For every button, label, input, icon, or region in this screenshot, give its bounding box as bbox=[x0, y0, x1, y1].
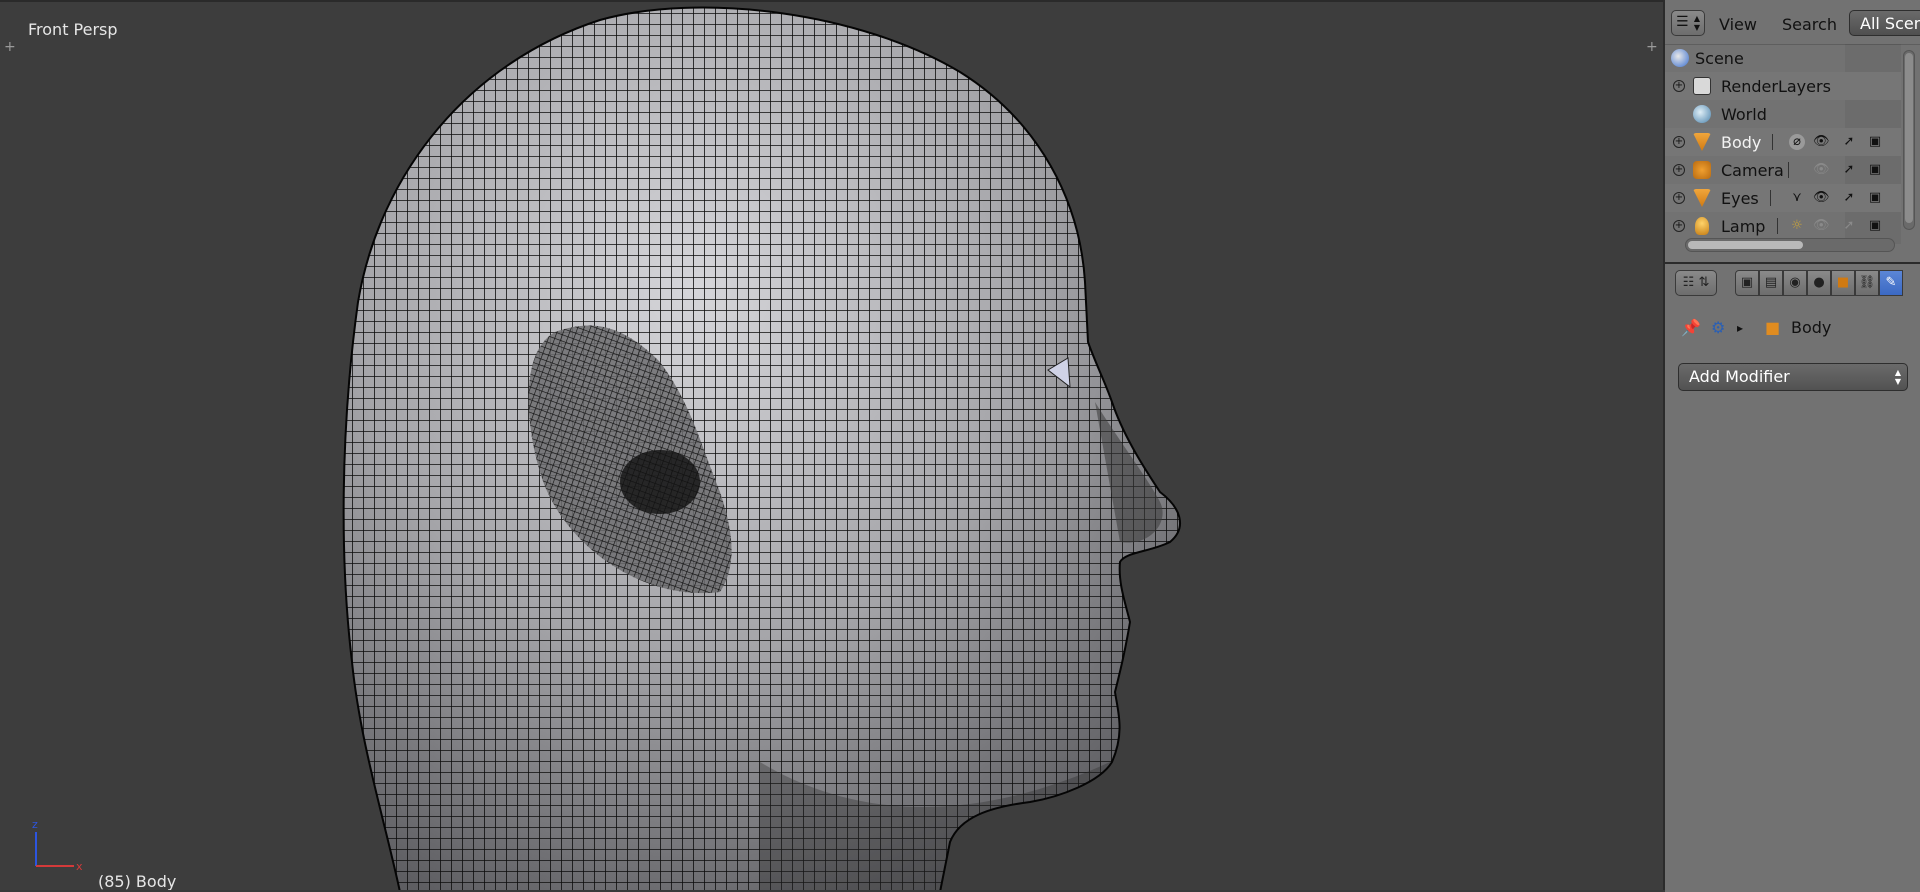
eye-icon[interactable]: 👁 bbox=[1813, 190, 1830, 206]
tab-object[interactable]: ■ bbox=[1831, 270, 1855, 296]
outliner-tree: Scene + RenderLayers World + Body ⌀ 👁 ➚ … bbox=[1665, 44, 1901, 258]
separator bbox=[1772, 134, 1773, 150]
display-filter-dropdown[interactable]: All Scenes bbox=[1849, 10, 1920, 36]
tree-item-label: RenderLayers bbox=[1721, 77, 1831, 96]
right-editor-column: ☰ ▲▼ View Search All Scenes Scene + Rend… bbox=[1663, 0, 1920, 892]
renderlayers-icon bbox=[1693, 77, 1711, 95]
active-object-label: (85) Body bbox=[98, 872, 177, 890]
object-cube-icon: ■ bbox=[1836, 275, 1850, 290]
add-modifier-label: Add Modifier bbox=[1689, 367, 1790, 386]
wrench-icon: ✎ bbox=[1885, 275, 1897, 290]
expand-toggle-icon[interactable]: + bbox=[1673, 80, 1685, 92]
properties-icon: ☷ ⇅ bbox=[1682, 275, 1710, 290]
lamp-data-icon[interactable]: ☼ bbox=[1789, 218, 1805, 234]
head-mesh-wireframe[interactable] bbox=[0, 2, 1663, 890]
tab-constraints[interactable]: ⛓ bbox=[1855, 270, 1879, 296]
render-camera-icon[interactable]: ▣ bbox=[1867, 190, 1883, 206]
chevron-updown-icon: ▲ ▼ bbox=[1894, 368, 1901, 386]
outliner-icon: ☰ bbox=[1676, 14, 1689, 30]
separator bbox=[1777, 218, 1778, 234]
eye-icon[interactable]: 👁 bbox=[1813, 218, 1830, 234]
tree-item-label: Scene bbox=[1695, 49, 1744, 68]
breadcrumb-object: Body bbox=[1791, 318, 1832, 337]
tab-renderlayers[interactable]: ▤ bbox=[1759, 270, 1783, 296]
separator bbox=[1770, 190, 1771, 206]
outliner-panel: ☰ ▲▼ View Search All Scenes Scene + Rend… bbox=[1665, 0, 1920, 258]
vertex-data-icon[interactable]: ⋎ bbox=[1789, 190, 1805, 206]
tree-item-eyes[interactable]: + Eyes ⋎ 👁 ➚ ▣ bbox=[1665, 184, 1901, 212]
tree-item-label: Lamp bbox=[1721, 217, 1766, 236]
axis-x-label: x bbox=[76, 860, 83, 873]
axis-z-label: z bbox=[32, 818, 38, 831]
world-icon: ● bbox=[1813, 275, 1825, 290]
tab-modifiers[interactable]: ✎ bbox=[1879, 270, 1903, 296]
tree-item-label: Eyes bbox=[1721, 189, 1759, 208]
editor-type-selector[interactable]: ☷ ⇅ bbox=[1675, 270, 1717, 296]
outliner-vertical-scrollbar[interactable] bbox=[1903, 50, 1915, 230]
outliner-header: ☰ ▲▼ View Search All Scenes bbox=[1665, 0, 1920, 45]
object-cube-icon: ■ bbox=[1765, 318, 1781, 337]
cursor-icon[interactable]: ➚ bbox=[1841, 190, 1857, 206]
tree-item-world[interactable]: World bbox=[1665, 100, 1901, 128]
menu-search[interactable]: Search bbox=[1782, 15, 1837, 34]
mesh-icon bbox=[1693, 189, 1711, 207]
properties-header: ☷ ⇅ ▣ ▤ ◉ ● ■ ⛓ ✎ bbox=[1665, 264, 1920, 302]
scrollbar-thumb[interactable] bbox=[1905, 53, 1913, 223]
scene-icon bbox=[1671, 49, 1689, 67]
link-icon: ⛓ bbox=[1858, 275, 1876, 290]
properties-panel: ☷ ⇅ ▣ ▤ ◉ ● ■ ⛓ ✎ 📌 ⚙ ▸ ■ Body Add Modif… bbox=[1665, 262, 1920, 892]
eye-icon[interactable]: 👁 bbox=[1813, 162, 1830, 178]
add-modifier-dropdown[interactable]: Add Modifier ▲ ▼ bbox=[1678, 363, 1908, 391]
render-camera-icon[interactable]: ▣ bbox=[1867, 218, 1883, 234]
outliner-horizontal-scrollbar[interactable] bbox=[1685, 238, 1895, 252]
chevron-updown-icon: ▲ ▼ bbox=[1693, 14, 1700, 32]
chevron-right-icon: ▸ bbox=[1737, 321, 1744, 335]
tree-item-lamp[interactable]: + Lamp ☼ 👁 ➚ ▣ bbox=[1665, 212, 1901, 240]
scene-icon: ◉ bbox=[1789, 275, 1801, 290]
tree-item-body[interactable]: + Body ⌀ 👁 ➚ ▣ bbox=[1665, 128, 1901, 156]
expand-toggle-icon[interactable]: + bbox=[1673, 136, 1685, 148]
editor-type-selector[interactable]: ☰ ▲ ▼ bbox=[1671, 10, 1705, 36]
cursor-icon[interactable]: ➚ bbox=[1841, 218, 1857, 234]
tab-render[interactable]: ▣ bbox=[1735, 270, 1759, 296]
axis-gizmo: z x bbox=[32, 818, 83, 873]
cursor-icon[interactable]: ➚ bbox=[1841, 162, 1857, 178]
pin-icon[interactable]: 📌 bbox=[1681, 318, 1701, 337]
camera-icon: ▣ bbox=[1740, 275, 1754, 290]
tree-item-label: World bbox=[1721, 105, 1767, 124]
separator bbox=[1788, 162, 1789, 178]
tree-item-label: Camera bbox=[1721, 161, 1784, 180]
render-camera-icon[interactable]: ▣ bbox=[1867, 162, 1883, 178]
expand-toggle-icon[interactable]: + bbox=[1673, 220, 1685, 232]
tree-item-label: Body bbox=[1721, 133, 1762, 152]
mesh-icon bbox=[1693, 133, 1711, 151]
cursor-icon[interactable]: ➚ bbox=[1841, 134, 1857, 150]
eye-icon[interactable]: 👁 bbox=[1813, 134, 1830, 150]
scrollbar-thumb[interactable] bbox=[1688, 241, 1803, 249]
tab-scene[interactable]: ◉ bbox=[1783, 270, 1807, 296]
renderlayers-icon: ▤ bbox=[1764, 275, 1778, 290]
tree-item-scene[interactable]: Scene bbox=[1665, 44, 1901, 72]
menu-view[interactable]: View bbox=[1719, 15, 1757, 34]
tab-world[interactable]: ● bbox=[1807, 270, 1831, 296]
render-camera-icon[interactable]: ▣ bbox=[1867, 134, 1883, 150]
area-split-corner-left[interactable]: + bbox=[4, 40, 16, 54]
scene-icon: ⚙ bbox=[1711, 318, 1726, 337]
area-split-corner-right[interactable]: + bbox=[1646, 40, 1658, 54]
world-icon bbox=[1693, 105, 1711, 123]
modifier-icon[interactable]: ⌀ bbox=[1789, 134, 1805, 150]
lamp-icon bbox=[1695, 217, 1709, 235]
view-label: Front Persp bbox=[28, 20, 118, 39]
camera-icon bbox=[1693, 161, 1711, 179]
tree-item-camera[interactable]: + Camera 👁 ➚ ▣ bbox=[1665, 156, 1901, 184]
tree-item-renderlayers[interactable]: + RenderLayers bbox=[1665, 72, 1901, 100]
expand-toggle-icon[interactable]: + bbox=[1673, 164, 1685, 176]
3d-viewport[interactable]: Front Persp + + z x (85) Body bbox=[0, 0, 1663, 890]
expand-toggle-icon[interactable]: + bbox=[1673, 192, 1685, 204]
